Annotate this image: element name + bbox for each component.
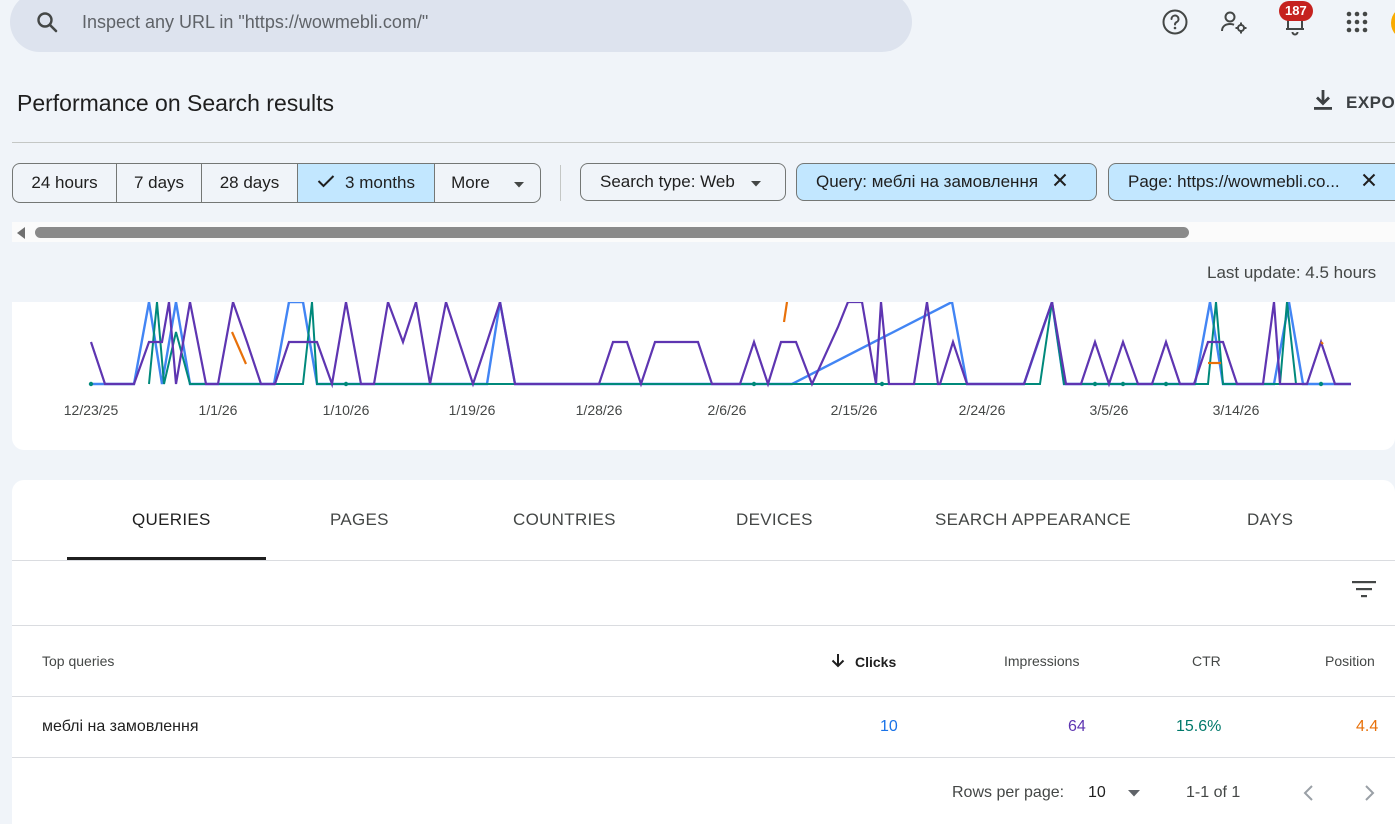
chart-point-marker bbox=[879, 381, 885, 387]
search-type-filter[interactable]: Search type: Web bbox=[580, 163, 786, 201]
search-type-label: Search type: Web bbox=[600, 172, 735, 191]
url-inspection-search[interactable]: Inspect any URL in "https://wowmebli.com… bbox=[10, 0, 912, 52]
filter-separator bbox=[560, 165, 561, 201]
x-axis-tick-label: 2/15/26 bbox=[831, 402, 878, 418]
sort-arrow-down-icon bbox=[831, 653, 845, 671]
tabs-divider bbox=[12, 560, 1395, 561]
download-icon bbox=[1312, 88, 1334, 117]
tab-days[interactable]: DAYS bbox=[1247, 510, 1293, 530]
x-axis-tick-label: 2/6/26 bbox=[708, 402, 747, 418]
notifications-badge: 187 bbox=[1279, 1, 1313, 21]
query-filter-label: Query: меблі на замовлення bbox=[816, 172, 1039, 191]
date-option-label: More bbox=[451, 173, 490, 192]
next-page-icon[interactable] bbox=[1364, 785, 1376, 806]
row-ctr: 15.6% bbox=[1176, 718, 1222, 735]
column-header-query[interactable]: Top queries bbox=[42, 653, 114, 669]
position-series-segment bbox=[230, 331, 248, 365]
rows-per-page-label: Rows per page: bbox=[952, 784, 1065, 801]
manage-users-icon[interactable] bbox=[1220, 8, 1248, 36]
page-filter-chip[interactable]: Page: https://wowmebli.co... bbox=[1108, 163, 1395, 201]
close-icon[interactable] bbox=[1053, 172, 1067, 192]
row-impressions: 64 bbox=[1068, 718, 1086, 735]
help-icon[interactable] bbox=[1161, 8, 1189, 36]
date-option-more[interactable]: More bbox=[435, 164, 540, 202]
close-icon[interactable] bbox=[1362, 172, 1376, 192]
page-filter-label: Page: https://wowmebli.co... bbox=[1128, 172, 1340, 191]
column-header-position[interactable]: Position bbox=[1325, 653, 1375, 669]
chart-point-marker bbox=[1092, 381, 1098, 387]
chart-point-marker bbox=[1163, 381, 1169, 387]
chart-point-marker bbox=[343, 381, 349, 387]
row-query[interactable]: меблі на замовлення bbox=[42, 718, 199, 736]
apps-grid-icon[interactable] bbox=[1343, 8, 1371, 36]
x-axis-tick-label: 1/28/26 bbox=[576, 402, 623, 418]
pagination-range: 1-1 of 1 bbox=[1186, 784, 1241, 801]
account-avatar[interactable] bbox=[1391, 6, 1395, 40]
tab-devices[interactable]: DEVICES bbox=[736, 510, 813, 530]
date-option-7-days[interactable]: 7 days bbox=[117, 164, 202, 202]
x-axis-tick-label: 3/14/26 bbox=[1213, 402, 1260, 418]
rows-per-page-value: 10 bbox=[1088, 784, 1106, 801]
dropdown-arrow-icon bbox=[1127, 784, 1140, 802]
filter-rows-icon[interactable] bbox=[1352, 580, 1376, 603]
rows-per-page-select[interactable]: 10 bbox=[1088, 784, 1140, 802]
previous-page-icon[interactable] bbox=[1302, 785, 1314, 806]
tab-queries[interactable]: QUERIES bbox=[132, 510, 211, 530]
dropdown-arrow-icon bbox=[513, 173, 524, 193]
search-icon bbox=[34, 9, 60, 35]
performance-chart-card: 12/23/25 1/1/26 1/10/26 1/19/26 1/28/26 2/6/2… bbox=[12, 297, 1395, 450]
row-position: 4.4 bbox=[1356, 718, 1379, 735]
search-input[interactable]: Inspect any URL in "https://wowmebli.com… bbox=[82, 12, 428, 33]
date-option-label: 3 months bbox=[345, 173, 415, 192]
x-axis-tick-label: 1/10/26 bbox=[323, 402, 370, 418]
tab-search-appearance[interactable]: SEARCH APPEARANCE bbox=[935, 510, 1131, 530]
row-divider bbox=[12, 757, 1395, 758]
chart-point-marker bbox=[1318, 381, 1324, 387]
scrollbar-thumb[interactable] bbox=[35, 227, 1189, 238]
date-option-3-months[interactable]: 3 months bbox=[298, 164, 435, 202]
tab-pages[interactable]: PAGES bbox=[330, 510, 389, 530]
column-header-ctr[interactable]: CTR bbox=[1192, 653, 1221, 669]
dropdown-arrow-icon bbox=[750, 172, 761, 192]
toolbar-divider bbox=[12, 625, 1395, 626]
scroll-left-arrow-icon[interactable] bbox=[16, 226, 26, 244]
export-button[interactable]: EXPO bbox=[1312, 88, 1395, 117]
divider bbox=[12, 142, 1395, 143]
date-range-selector: 24 hours 7 days 28 days 3 months More bbox=[12, 163, 541, 203]
column-header-impressions[interactable]: Impressions bbox=[1004, 653, 1079, 669]
impressions-series-line bbox=[89, 297, 1351, 389]
date-option-24-hours[interactable]: 24 hours bbox=[13, 164, 117, 202]
x-axis-tick-label: 1/1/26 bbox=[199, 402, 238, 418]
position-series-segment bbox=[1320, 341, 1324, 345]
x-axis-tick-label: 1/19/26 bbox=[449, 402, 496, 418]
position-series-segment bbox=[782, 301, 789, 323]
row-clicks: 10 bbox=[880, 718, 898, 735]
last-update-text: Last update: 4.5 hours bbox=[1207, 263, 1377, 282]
page-title: Performance on Search results bbox=[17, 90, 335, 116]
tab-countries[interactable]: COUNTRIES bbox=[513, 510, 616, 530]
report-table-card bbox=[12, 480, 1395, 824]
export-label: EXPO bbox=[1346, 92, 1395, 112]
x-axis-tick-label: 3/5/26 bbox=[1090, 402, 1129, 418]
x-axis-tick-label: 12/23/25 bbox=[64, 402, 119, 418]
chart-point-marker bbox=[1120, 381, 1126, 387]
query-filter-chip[interactable]: Query: меблі на замовлення bbox=[796, 163, 1097, 201]
x-axis-tick-label: 2/24/26 bbox=[959, 402, 1006, 418]
chart-point-marker bbox=[88, 381, 94, 387]
performance-chart: 12/23/25 1/1/26 1/10/26 1/19/26 1/28/26 2/6/2… bbox=[64, 297, 1351, 418]
date-option-28-days[interactable]: 28 days bbox=[202, 164, 298, 202]
column-header-clicks[interactable]: Clicks bbox=[831, 653, 896, 671]
chart-point-marker bbox=[751, 381, 757, 387]
column-header-label: Clicks bbox=[855, 654, 897, 670]
check-icon bbox=[317, 173, 335, 193]
